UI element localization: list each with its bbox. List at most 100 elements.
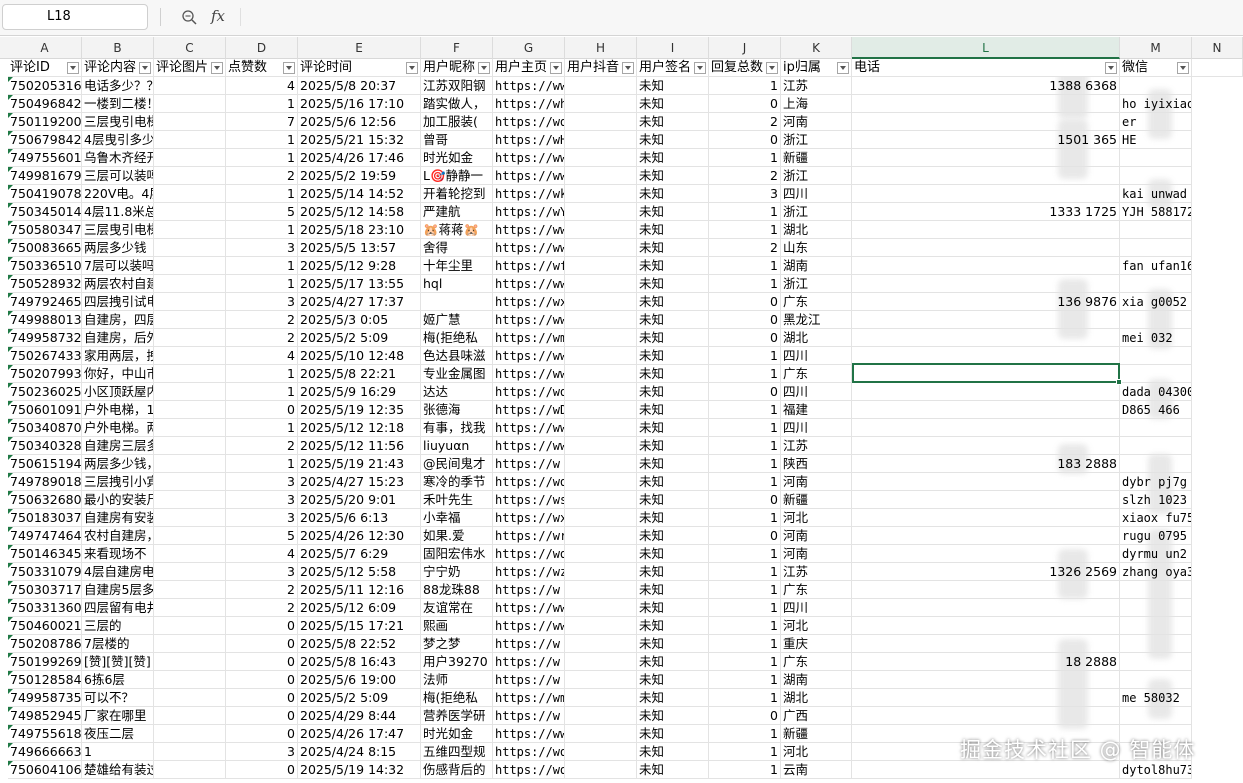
table-cell[interactable]: https://w 5.88E+10 <box>493 653 565 671</box>
table-cell[interactable]: 🐹蒋蒋🐹 <box>421 221 493 239</box>
table-cell[interactable]: 四川 <box>781 599 852 617</box>
table-cell[interactable]: 寒冷的季节 <box>421 473 493 491</box>
table-cell[interactable]: 户外电梯，10层可以装 <box>82 401 154 419</box>
table-cell[interactable]: 未知 <box>637 113 709 131</box>
table-cell[interactable]: 江苏双阳钢 <box>421 77 493 95</box>
table-cell[interactable] <box>852 419 1120 437</box>
table-cell[interactable]: https://www.douyin <box>493 239 565 257</box>
table-cell[interactable]: 未知 <box>637 689 709 707</box>
table-cell[interactable]: 749988013 <box>8 311 82 329</box>
table-cell[interactable]: 1 <box>226 383 298 401</box>
table-cell[interactable]: 户外电梯。两人都行。 <box>82 419 154 437</box>
table-cell[interactable]: 厂家在哪里 <box>82 707 154 725</box>
table-cell[interactable] <box>154 563 226 581</box>
column-header-l[interactable]: L <box>852 37 1120 59</box>
table-cell[interactable]: 小幸福 <box>421 509 493 527</box>
table-cell[interactable] <box>154 95 226 113</box>
table-cell[interactable] <box>154 707 226 725</box>
table-cell[interactable]: 三层拽引小宾馆什么价 <box>82 473 154 491</box>
table-cell[interactable]: 2025/5/8 22:52 <box>298 635 421 653</box>
table-cell[interactable] <box>852 437 1120 455</box>
table-cell[interactable] <box>565 527 637 545</box>
table-cell[interactable]: 未知 <box>637 455 709 473</box>
table-cell[interactable]: 1 <box>226 257 298 275</box>
table-cell[interactable]: 3 <box>226 473 298 491</box>
table-cell[interactable]: 江苏 <box>781 437 852 455</box>
table-cell[interactable]: @民间鬼才 <box>421 455 493 473</box>
table-cell[interactable]: 未知 <box>637 761 709 779</box>
table-cell[interactable]: 2 <box>226 329 298 347</box>
header-cell[interactable]: ip归属 <box>781 59 852 77</box>
table-cell[interactable]: 7层可以装吗 <box>82 257 154 275</box>
table-cell[interactable]: 未知 <box>637 527 709 545</box>
table-cell[interactable] <box>565 437 637 455</box>
table-cell[interactable]: HE <box>1120 131 1192 149</box>
table-cell[interactable] <box>154 743 226 761</box>
table-cell[interactable]: 2025/4/27 17:37 <box>298 293 421 311</box>
table-cell[interactable] <box>154 455 226 473</box>
table-cell[interactable]: YJH 5881725 <box>1120 203 1192 221</box>
header-cell[interactable]: 点赞数 <box>226 59 298 77</box>
table-cell[interactable]: 未知 <box>637 131 709 149</box>
table-cell[interactable] <box>1120 239 1192 257</box>
table-cell[interactable]: 2025/5/17 13:55 <box>298 275 421 293</box>
table-cell[interactable] <box>1120 671 1192 689</box>
table-cell[interactable] <box>565 509 637 527</box>
table-cell[interactable]: https://www.douyin <box>493 437 565 455</box>
table-cell[interactable]: zhang oya327 <box>1120 563 1192 581</box>
table-cell[interactable]: dybr pj7g <box>1120 473 1192 491</box>
table-cell[interactable]: 严建航 <box>421 203 493 221</box>
header-cell[interactable]: 用户主页 <box>493 59 565 77</box>
table-cell[interactable]: 湖北 <box>781 329 852 347</box>
table-cell[interactable]: 1 <box>709 671 781 689</box>
table-cell[interactable]: 自建房5层多少钱？ <box>82 581 154 599</box>
table-cell[interactable]: 未知 <box>637 491 709 509</box>
table-cell[interactable]: 上海 <box>781 95 852 113</box>
table-cell[interactable] <box>565 239 637 257</box>
table-cell[interactable]: 未知 <box>637 77 709 95</box>
column-header-m[interactable]: M <box>1120 37 1192 59</box>
table-cell[interactable]: 7层楼的 <box>82 635 154 653</box>
table-cell[interactable]: 未知 <box>637 473 709 491</box>
table-cell[interactable]: https://www.douyin <box>493 419 565 437</box>
table-cell[interactable] <box>154 581 226 599</box>
table-cell[interactable]: 浙江 <box>781 167 852 185</box>
table-cell[interactable]: 2025/5/2 5:09 <box>298 329 421 347</box>
table-cell[interactable]: 三层的 <box>82 617 154 635</box>
table-cell[interactable] <box>565 311 637 329</box>
table-cell[interactable]: 7 <box>226 113 298 131</box>
table-cell[interactable]: 749789018 <box>8 473 82 491</box>
table-cell[interactable]: 河南 <box>781 473 852 491</box>
table-cell[interactable]: 未知 <box>637 545 709 563</box>
table-cell[interactable]: 6拣6层 <box>82 671 154 689</box>
table-cell[interactable]: 1 <box>709 599 781 617</box>
table-cell[interactable]: https://w 8.39E+10 <box>493 635 565 653</box>
table-cell[interactable]: 1 <box>709 365 781 383</box>
filter-dropdown-icon[interactable] <box>211 62 223 74</box>
table-cell[interactable]: 湖南 <box>781 257 852 275</box>
table-cell[interactable]: 220V电。4层电梯可以 <box>82 185 154 203</box>
table-cell[interactable]: 河南 <box>781 527 852 545</box>
column-header-i[interactable]: I <box>637 37 709 59</box>
table-cell[interactable] <box>154 113 226 131</box>
table-cell[interactable]: 广东 <box>781 653 852 671</box>
table-cell[interactable]: 1 <box>709 347 781 365</box>
table-cell[interactable]: 750528932 <box>8 275 82 293</box>
table-cell[interactable]: 湖北 <box>781 221 852 239</box>
table-cell[interactable]: 0 <box>709 329 781 347</box>
table-cell[interactable]: 湖南 <box>781 671 852 689</box>
table-cell[interactable]: 未知 <box>637 293 709 311</box>
column-header-k[interactable]: K <box>781 37 852 59</box>
table-cell[interactable]: https://wmei665803 <box>493 329 565 347</box>
table-cell[interactable]: 3 <box>226 563 298 581</box>
table-cell[interactable]: 750205316 <box>8 77 82 95</box>
table-cell[interactable] <box>154 149 226 167</box>
table-cell[interactable]: 750632680 <box>8 491 82 509</box>
table-cell[interactable] <box>565 455 637 473</box>
table-cell[interactable]: https://www.douyin <box>493 725 565 743</box>
table-cell[interactable]: 未知 <box>637 329 709 347</box>
table-cell[interactable] <box>565 689 637 707</box>
table-cell[interactable] <box>852 545 1120 563</box>
table-cell[interactable]: https://wD8659084€ <box>493 401 565 419</box>
table-cell[interactable]: 未知 <box>637 743 709 761</box>
